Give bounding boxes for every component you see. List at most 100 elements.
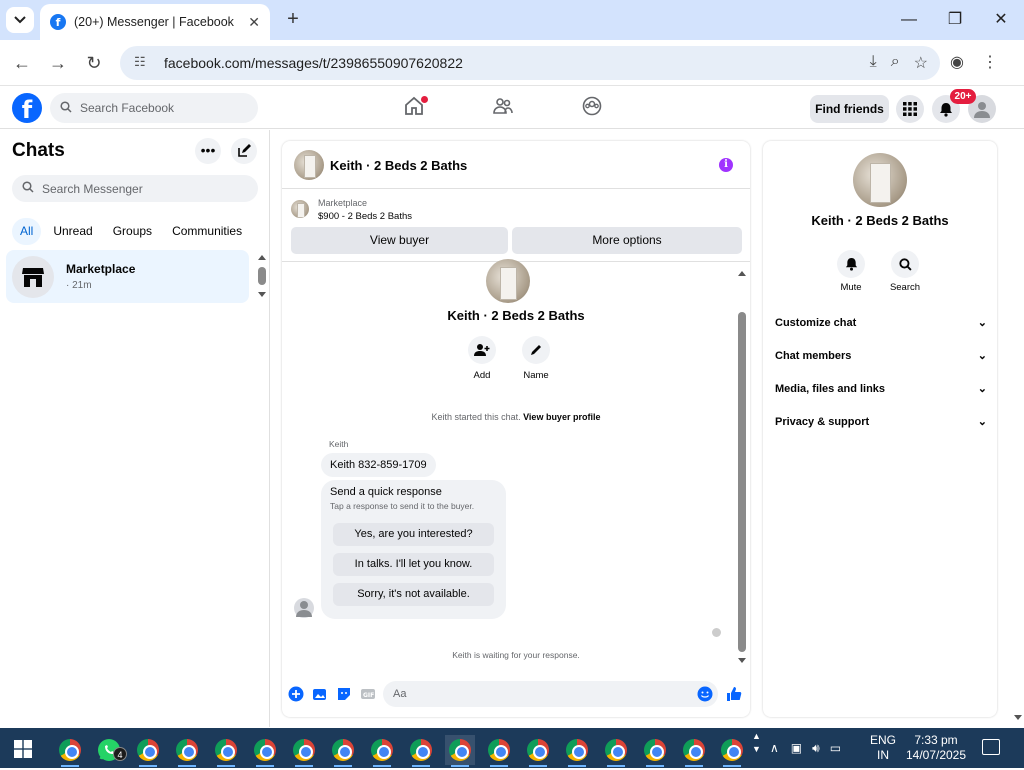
find-friends-button[interactable]: Find friends <box>810 95 889 123</box>
conversation-scrollbar[interactable] <box>736 270 748 666</box>
emoji-icon[interactable] <box>697 686 713 702</box>
browser-tab-active[interactable]: f (20+) Messenger | Facebook ✕ <box>40 4 270 40</box>
menu-grid-icon[interactable] <box>896 95 924 123</box>
chrome-taskbar-icon[interactable] <box>484 735 514 767</box>
tab-search-button[interactable] <box>6 7 34 33</box>
filter-tab-unread[interactable]: Unread <box>45 218 100 245</box>
profile-icon[interactable]: ◉ <box>950 52 964 72</box>
gallery-icon[interactable] <box>312 686 328 702</box>
listing-thumbnail <box>291 200 309 218</box>
chrome-taskbar-icon[interactable] <box>367 735 397 767</box>
meet-now-icon[interactable]: ▣ <box>791 741 802 755</box>
chrome-taskbar-icon[interactable] <box>328 735 358 767</box>
chrome-taskbar-icon[interactable] <box>601 735 631 767</box>
back-button[interactable]: ← <box>9 50 35 76</box>
quick-response-option[interactable]: In talks. I'll let you know. <box>333 553 494 576</box>
add-person-icon <box>468 336 496 364</box>
tray-overflow-icon[interactable]: ∧ <box>770 741 779 755</box>
sticker-icon[interactable] <box>336 686 352 702</box>
chrome-taskbar-icon[interactable] <box>211 735 241 767</box>
close-window-button[interactable]: ✕ <box>989 8 1013 32</box>
chrome-taskbar-icon[interactable] <box>562 735 592 767</box>
chrome-profile-taskbar-icon[interactable] <box>55 735 85 767</box>
address-bar[interactable]: ☷ facebook.com/messages/t/23986550907620… <box>120 46 940 80</box>
page-scroll-down-arrow[interactable] <box>1012 700 1024 724</box>
facebook-search-input[interactable]: Search Facebook <box>50 93 258 123</box>
taskbar-scroll-arrows[interactable]: ▲ ▼ <box>752 730 761 756</box>
more-options-button[interactable]: More options <box>512 227 742 254</box>
language-indicator[interactable]: ENG IN <box>870 733 896 763</box>
message-input[interactable]: Aa <box>383 681 718 707</box>
site-info-icon[interactable]: ☷ <box>134 54 152 72</box>
media-files-links-row[interactable]: Media, files and links ⌄ <box>775 378 987 400</box>
notification-center-icon[interactable] <box>982 739 1000 755</box>
privacy-support-row[interactable]: Privacy & support ⌄ <box>775 411 987 433</box>
chrome-taskbar-icon[interactable] <box>172 735 202 767</box>
chat-members-row[interactable]: Chat members ⌄ <box>775 345 987 367</box>
add-action-label: Add <box>473 370 491 381</box>
install-app-icon[interactable]: ⤓ <box>870 53 877 73</box>
friends-icon[interactable] <box>492 95 518 121</box>
filter-tab-groups[interactable]: Groups <box>105 218 160 245</box>
taskbar-clock[interactable]: 7:33 pm 14/07/2025 <box>900 733 972 763</box>
windows-start-icon[interactable] <box>14 740 32 758</box>
language-code: ENG <box>870 733 897 747</box>
network-icon[interactable]: ▭ <box>830 741 841 755</box>
chrome-taskbar-icon[interactable] <box>133 735 163 767</box>
section-label: Chat members <box>775 350 852 362</box>
chrome-taskbar-icon[interactable] <box>717 735 747 767</box>
search-in-chat-button[interactable]: Search <box>885 250 925 293</box>
facebook-logo[interactable]: f <box>12 93 42 124</box>
volume-icon[interactable]: 🔊︎ <box>812 741 820 756</box>
browser-toolbar: ← → ↻ ☷ facebook.com/messages/t/23986550… <box>0 40 1024 86</box>
forward-button[interactable]: → <box>45 50 71 76</box>
bookmark-star-icon[interactable]: ☆ <box>914 53 928 73</box>
listing-photo[interactable] <box>294 150 324 180</box>
tab-title: (20+) Messenger | Facebook <box>74 15 234 29</box>
chrome-taskbar-icon[interactable] <box>289 735 319 767</box>
details-profile-photo[interactable] <box>853 153 907 207</box>
chat-item-time: · 21m <box>66 280 92 291</box>
messenger-search-input[interactable]: Search Messenger <box>12 175 258 202</box>
plus-circle-icon[interactable] <box>288 686 304 702</box>
sender-name: Keith <box>329 439 349 449</box>
filter-tab-communities[interactable]: Communities <box>164 218 250 245</box>
name-action[interactable]: Name <box>512 336 560 381</box>
restore-button[interactable]: ❐ <box>943 8 967 32</box>
new-message-icon[interactable] <box>231 138 257 164</box>
quick-response-option[interactable]: Yes, are you interested? <box>333 523 494 546</box>
conversation-title[interactable]: Keith · 2 Beds 2 Baths <box>330 158 467 173</box>
mute-button[interactable]: Mute <box>831 250 871 293</box>
chat-started-notice: Keith started this chat. View buyer prof… <box>282 412 750 422</box>
view-buyer-button[interactable]: View buyer <box>291 227 508 254</box>
gif-icon[interactable]: GIF <box>360 686 376 702</box>
thumbs-up-icon[interactable] <box>726 686 742 702</box>
chats-options-icon[interactable]: ••• <box>195 138 221 164</box>
zoom-icon[interactable]: ⌕ <box>891 53 900 73</box>
view-buyer-profile-link[interactable]: View buyer profile <box>523 412 600 422</box>
chrome-taskbar-icon[interactable] <box>523 735 553 767</box>
chrome-taskbar-icon[interactable] <box>250 735 280 767</box>
info-icon[interactable]: i <box>719 158 733 172</box>
chrome-taskbar-icon[interactable] <box>406 735 436 767</box>
chat-list-scrollbar[interactable] <box>256 252 268 302</box>
new-tab-button[interactable]: + <box>282 9 304 31</box>
chrome-taskbar-icon[interactable] <box>640 735 670 767</box>
groups-icon[interactable] <box>581 95 607 121</box>
conversation-header: Keith · 2 Beds 2 Baths i <box>282 141 750 189</box>
add-action[interactable]: Add <box>458 336 506 381</box>
close-tab-icon[interactable]: ✕ <box>248 14 260 31</box>
filter-tab-all[interactable]: All <box>12 218 42 245</box>
profile-photo[interactable] <box>486 259 530 303</box>
browser-menu-icon[interactable]: ⋮ <box>982 52 998 72</box>
customize-chat-row[interactable]: Customize chat ⌄ <box>775 312 987 334</box>
reload-button[interactable]: ↻ <box>81 50 107 76</box>
chrome-taskbar-icon[interactable] <box>679 735 709 767</box>
chrome-taskbar-icon-active[interactable] <box>445 735 475 767</box>
chat-details-panel: Keith · 2 Beds 2 Baths Mute Search Custo… <box>763 141 997 717</box>
marketplace-listing-bar: Marketplace $900 - 2 Beds 2 Baths View b… <box>282 190 750 262</box>
quick-response-option[interactable]: Sorry, it's not available. <box>333 583 494 606</box>
minimize-button[interactable]: — <box>897 8 921 32</box>
chat-list-item[interactable]: Marketplace · 21m <box>6 250 249 303</box>
message-bubble[interactable]: Keith 832-859-1709 <box>321 453 436 477</box>
